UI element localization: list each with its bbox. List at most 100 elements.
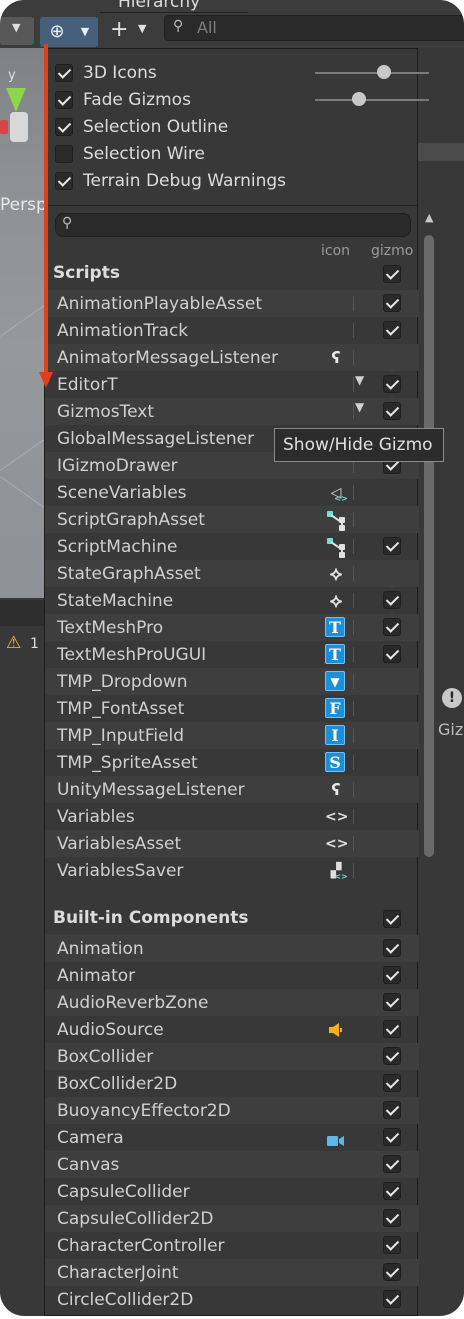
- variables-icon: <>: [325, 833, 348, 855]
- state-graph-icon: ⟡: [325, 590, 347, 612]
- gizmo-checkbox[interactable]: [383, 993, 401, 1011]
- gizmo-checkbox[interactable]: [383, 645, 401, 663]
- list-item[interactable]: TMP_Dropdown ▼: [45, 668, 419, 695]
- gizmo-checkbox[interactable]: [383, 591, 401, 609]
- gizmo-checkbox[interactable]: [383, 1101, 401, 1119]
- ear-icon: ʕ: [325, 347, 347, 369]
- list-item[interactable]: BuoyancyEffector2D: [45, 1097, 419, 1124]
- section-checkbox[interactable]: [383, 910, 401, 928]
- gizmo-checkbox[interactable]: [383, 1155, 401, 1173]
- gizmo-checkbox[interactable]: [383, 1128, 401, 1146]
- list-item[interactable]: AudioSource: [45, 1016, 419, 1043]
- list-item[interactable]: CharacterController: [45, 1232, 419, 1259]
- list-item[interactable]: Canvas: [45, 1151, 419, 1178]
- list-item-label: Variables: [57, 807, 135, 827]
- list-item[interactable]: EditorT ▼: [45, 371, 419, 398]
- scene-gizmo-x-cone[interactable]: [0, 120, 8, 134]
- section-title: Scripts: [53, 263, 120, 283]
- column-separator: [353, 350, 354, 365]
- gizmo-checkbox[interactable]: [383, 537, 401, 555]
- list-item[interactable]: ScriptGraphAsset: [45, 506, 419, 533]
- scene-gizmo-cube[interactable]: [10, 112, 28, 142]
- list-item[interactable]: CapsuleCollider: [45, 1178, 419, 1205]
- list-item[interactable]: Variables <>: [45, 803, 419, 830]
- chevron-down-icon[interactable]: ▼: [78, 21, 92, 43]
- tab-hierarchy[interactable]: Hierarchy: [100, 0, 248, 13]
- list-item[interactable]: AudioReverbZone: [45, 989, 419, 1016]
- scene-camera-label[interactable]: Persp: [0, 195, 47, 215]
- gizmo-checkbox[interactable]: [383, 1209, 401, 1227]
- list-item[interactable]: VariablesAsset <>: [45, 830, 419, 857]
- gizmo-checkbox[interactable]: [383, 294, 401, 312]
- slider-thumb[interactable]: [377, 65, 391, 79]
- tmp-dropdown-icon: ▼: [325, 671, 347, 693]
- tab-hierarchy-label: Hierarchy: [118, 0, 201, 12]
- list-item[interactable]: TMP_SpriteAsset S: [45, 749, 419, 776]
- list-item[interactable]: AnimationPlayableAsset: [45, 290, 419, 317]
- list-item[interactable]: CapsuleCollider2D: [45, 1205, 419, 1232]
- ear-glyph: ʕ: [331, 348, 341, 367]
- list-item[interactable]: VariablesSaver ▞ <>: [45, 857, 419, 884]
- fade-gizmos-slider[interactable]: [315, 92, 429, 106]
- gizmo-checkbox[interactable]: [383, 402, 401, 420]
- add-object-button[interactable]: +: [110, 17, 128, 42]
- list-item[interactable]: ScriptMachine: [45, 533, 419, 560]
- list-item[interactable]: Animator: [45, 962, 419, 989]
- gizmos-toggle-button[interactable]: ⊕ ▼: [40, 17, 98, 47]
- list-item[interactable]: Animation: [45, 935, 419, 962]
- slider-thumb[interactable]: [352, 92, 366, 106]
- list-item[interactable]: TMP_FontAsset F: [45, 695, 419, 722]
- checkbox[interactable]: [55, 172, 73, 190]
- list-item[interactable]: CircleCollider2D: [45, 1286, 419, 1313]
- gizmo-checkbox[interactable]: [383, 375, 401, 393]
- gizmo-checkbox[interactable]: [383, 1074, 401, 1092]
- list-item[interactable]: TextMeshPro T: [45, 614, 419, 641]
- checkbox[interactable]: [55, 64, 73, 82]
- list-item[interactable]: BoxCollider: [45, 1043, 419, 1070]
- chevron-down-icon[interactable]: ▼: [355, 373, 364, 387]
- icon-size-slider[interactable]: [315, 65, 429, 79]
- list-item[interactable]: BoxCollider2D: [45, 1070, 419, 1097]
- speaker-glyph: [327, 1022, 345, 1038]
- console-tab[interactable]: [0, 600, 44, 626]
- list-item-label: VariablesAsset: [57, 834, 182, 854]
- gizmo-checkbox[interactable]: [383, 1263, 401, 1281]
- list-item[interactable]: StateGraphAsset ⟡: [45, 560, 419, 587]
- gizmo-checkbox[interactable]: [383, 618, 401, 636]
- list-item[interactable]: GizmosText ▼: [45, 398, 419, 425]
- chevron-down-icon[interactable]: ▼: [138, 22, 146, 35]
- list-item[interactable]: SceneVariables ◁ <>: [45, 479, 419, 506]
- checkbox[interactable]: [55, 145, 73, 163]
- list-item[interactable]: StateMachine ⟡: [45, 587, 419, 614]
- list-item[interactable]: Camera: [45, 1124, 419, 1151]
- list-item[interactable]: TMP_InputField I: [45, 722, 419, 749]
- list-item[interactable]: UnityMessageListener ʕ: [45, 776, 419, 803]
- column-separator: [353, 728, 354, 743]
- gizmo-checkbox[interactable]: [383, 1047, 401, 1065]
- list-item[interactable]: AnimatorMessageListener ʕ: [45, 344, 419, 371]
- column-separator: [353, 701, 354, 716]
- scrollbar-thumb[interactable]: [424, 235, 434, 857]
- gizmo-checkbox[interactable]: [383, 966, 401, 984]
- gizmo-checkbox[interactable]: [383, 1236, 401, 1254]
- section-checkbox[interactable]: [383, 265, 401, 283]
- chevron-down-icon[interactable]: ▼: [355, 400, 364, 414]
- gizmo-checkbox[interactable]: [383, 1182, 401, 1200]
- gizmo-checkbox[interactable]: [383, 321, 401, 339]
- scroll-up-icon[interactable]: ▲: [425, 211, 433, 224]
- list-item[interactable]: TextMeshProUGUI T: [45, 641, 419, 668]
- hierarchy-search-input[interactable]: ⚲ All: [164, 15, 464, 41]
- checkbox[interactable]: [55, 91, 73, 109]
- gizmo-checkbox[interactable]: [383, 939, 401, 957]
- scrollbar[interactable]: ▲: [421, 211, 437, 911]
- scene-gizmo-y-cone[interactable]: [6, 88, 26, 112]
- gizmo-checkbox[interactable]: [383, 1290, 401, 1308]
- gizmo-checkbox[interactable]: [383, 1020, 401, 1038]
- chevron-down-icon[interactable]: ▼: [12, 21, 20, 34]
- divider: [45, 205, 417, 206]
- gizmo-search-input[interactable]: ⚲: [55, 213, 411, 237]
- checkbox[interactable]: [55, 118, 73, 136]
- list-item[interactable]: CharacterJoint: [45, 1259, 419, 1286]
- column-separator: [353, 782, 354, 797]
- list-item[interactable]: AnimationTrack: [45, 317, 419, 344]
